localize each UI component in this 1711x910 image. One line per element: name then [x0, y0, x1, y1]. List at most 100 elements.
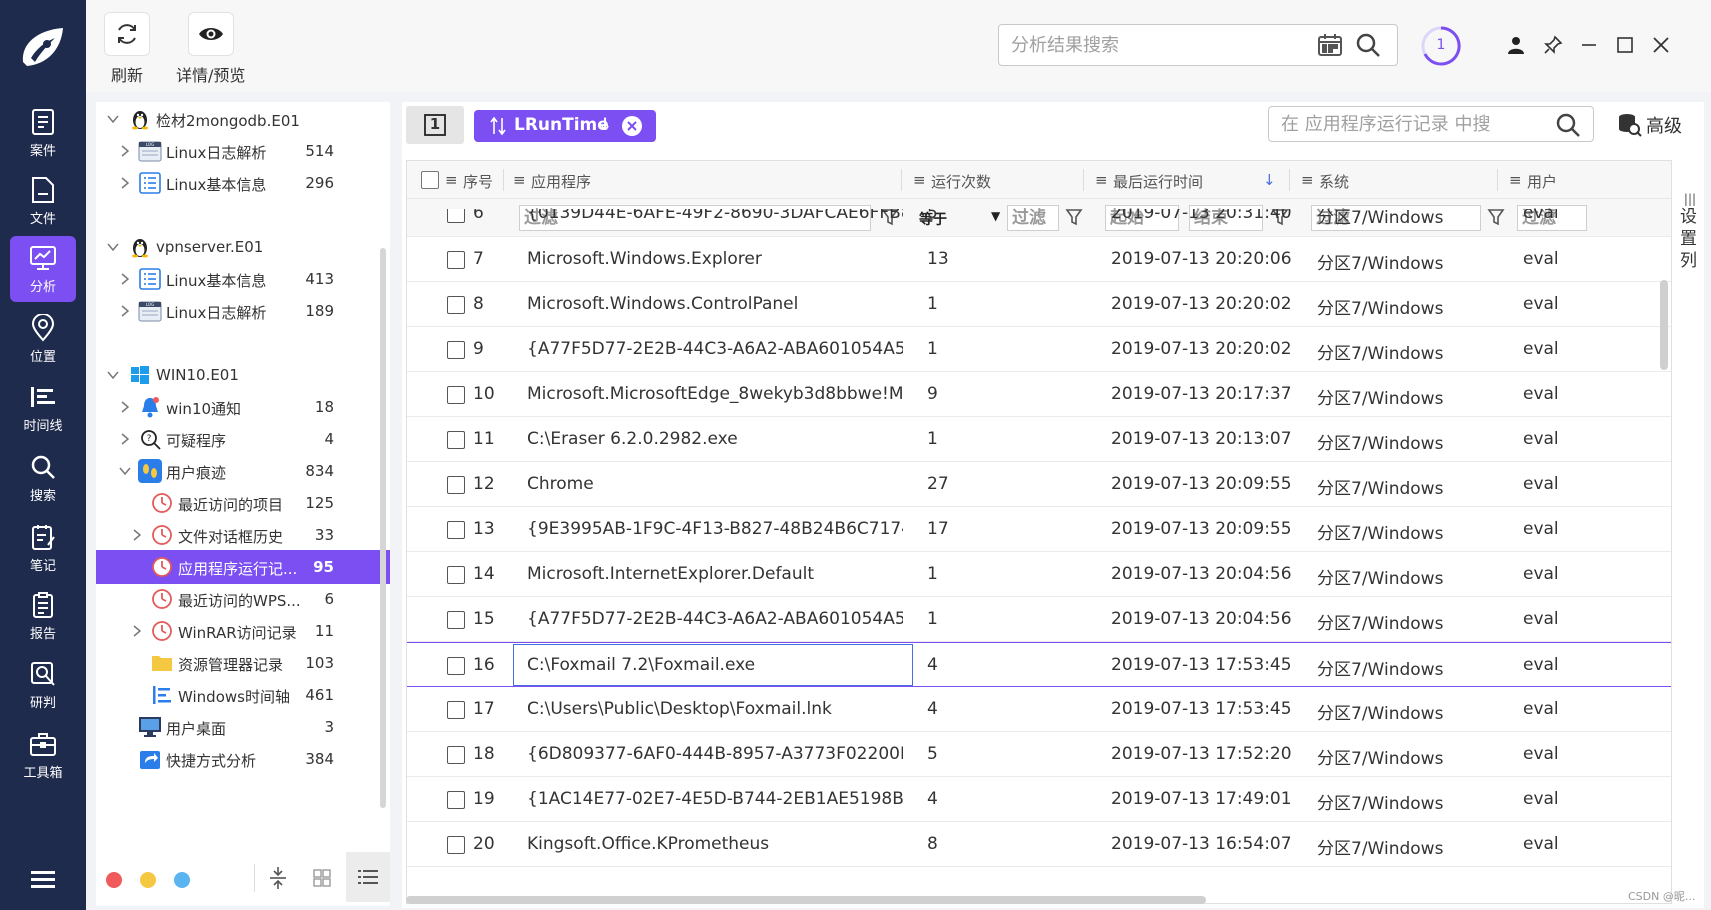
- task-progress-indicator[interactable]: 1: [1420, 25, 1462, 67]
- chevron-down-icon[interactable]: [106, 240, 120, 254]
- nav-item[interactable]: 时间线: [10, 375, 76, 441]
- column-settings-button[interactable]: ||| 设置列: [1676, 192, 1704, 282]
- user-icon[interactable]: [1503, 32, 1529, 58]
- close-icon[interactable]: [1648, 32, 1674, 58]
- table-search-icon[interactable]: [1555, 112, 1581, 142]
- nav-item[interactable]: 工具箱: [10, 722, 76, 788]
- row-checkbox[interactable]: [447, 791, 465, 809]
- nav-item[interactable]: 报告: [10, 583, 76, 649]
- list-view-icon[interactable]: [346, 852, 390, 902]
- row-checkbox[interactable]: [447, 476, 465, 494]
- table-row[interactable]: 14 Microsoft.InternetExplorer.Default 1 201…: [407, 552, 1671, 597]
- tree-item[interactable]: LOG Linux日志解析 189: [96, 294, 390, 328]
- row-checkbox[interactable]: [447, 701, 465, 719]
- chevron-right-icon[interactable]: [130, 624, 144, 638]
- analysis-search-input[interactable]: [1011, 32, 1301, 58]
- collapse-all-icon[interactable]: [268, 866, 288, 894]
- col-header-last-run[interactable]: 最后运行时间: [1113, 171, 1203, 192]
- tree-item[interactable]: Linux基本信息 296: [96, 166, 390, 200]
- tree-item[interactable]: Linux基本信息 413: [96, 262, 390, 296]
- grid-view-icon[interactable]: [312, 868, 332, 892]
- nav-item[interactable]: 文件: [10, 168, 76, 234]
- chevron-right-icon[interactable]: [118, 304, 132, 318]
- pin-icon[interactable]: [1540, 32, 1566, 58]
- row-checkbox[interactable]: [447, 386, 465, 404]
- col-menu-icon[interactable]: ≡: [513, 171, 526, 189]
- col-header-user[interactable]: 用户: [1527, 171, 1557, 192]
- row-checkbox[interactable]: [447, 746, 465, 764]
- col-menu-icon[interactable]: ≡: [1301, 171, 1314, 189]
- table-row[interactable]: 13 {9E3995AB-1F9C-4F13-B827-48B24B6C7174}…: [407, 507, 1671, 552]
- tree-item[interactable]: 文件对话框历史 33: [96, 518, 390, 552]
- maximize-icon[interactable]: [1612, 32, 1638, 58]
- menu-icon[interactable]: [29, 868, 57, 890]
- table-horizontal-scrollbar[interactable]: [406, 896, 1206, 904]
- blue-tag-filter[interactable]: [174, 872, 190, 888]
- minimize-icon[interactable]: [1576, 32, 1602, 58]
- tree-item[interactable]: 快捷方式分析 384: [96, 742, 390, 776]
- table-row[interactable]: 10 Microsoft.MicrosoftEdge_8wekyb3d8bbwe!…: [407, 372, 1671, 417]
- table-row[interactable]: 8 Microsoft.Windows.ControlPanel 1 2019-07-…: [407, 282, 1671, 327]
- chevron-down-icon[interactable]: [106, 112, 120, 126]
- nav-item[interactable]: 搜索: [10, 445, 76, 511]
- table-row[interactable]: 7 Microsoft.Windows.Explorer 13 2019-07-13 …: [407, 237, 1671, 282]
- sort-desc-icon[interactable]: ↓: [1263, 171, 1276, 189]
- tree-item[interactable]: ? 可疑程序 4: [96, 422, 390, 456]
- row-checkbox[interactable]: [447, 657, 465, 675]
- tree-item[interactable]: 最近访问的项目 125: [96, 486, 390, 520]
- nav-item[interactable]: 案件: [10, 100, 76, 166]
- col-header-system[interactable]: 系统: [1319, 171, 1349, 192]
- search-icon[interactable]: [1355, 32, 1381, 62]
- result-tab-number[interactable]: 1: [406, 106, 464, 144]
- tree-item[interactable]: LOG Linux日志解析 514: [96, 134, 390, 168]
- row-checkbox[interactable]: [447, 296, 465, 314]
- table-row[interactable]: 6 {0139D44E-6AFE-49F2-8690-3DAFCAE6FFB8}\…: [407, 209, 1671, 237]
- col-menu-icon[interactable]: ≡: [445, 171, 458, 189]
- chevron-down-icon[interactable]: [118, 464, 132, 478]
- table-row[interactable]: 9 {A77F5D77-2E2B-44C3-A6A2-ABA601054A51}\…: [407, 327, 1671, 372]
- nav-item[interactable]: 位置: [10, 306, 76, 372]
- chevron-right-icon[interactable]: [118, 272, 132, 286]
- table-row[interactable]: 12 Chrome 27 2019-07-13 20:09:55 分区7/Windows…: [407, 462, 1671, 507]
- row-checkbox[interactable]: [447, 611, 465, 629]
- nav-item[interactable]: 研判: [10, 652, 76, 718]
- row-checkbox[interactable]: [447, 341, 465, 359]
- tree-item[interactable]: 检材2mongodb.E01: [96, 102, 390, 136]
- chevron-right-icon[interactable]: [118, 400, 132, 414]
- table-row[interactable]: 18 {6D809377-6AF0-444B-8957-A3773F02200E}…: [407, 732, 1671, 777]
- tree-scrollbar[interactable]: [380, 248, 386, 808]
- calendar-icon[interactable]: [1317, 33, 1343, 61]
- table-row[interactable]: 20 Kingsoft.Office.KPrometheus 8 2019-07-13…: [407, 822, 1671, 867]
- table-vertical-scrollbar[interactable]: [1660, 280, 1668, 370]
- remove-sort-icon[interactable]: [622, 116, 642, 136]
- col-menu-icon[interactable]: ≡: [913, 171, 926, 189]
- table-row[interactable]: 19 {1AC14E77-02E7-4E5D-B744-2EB1AE5198B7}…: [407, 777, 1671, 822]
- nav-item[interactable]: 笔记: [10, 515, 76, 581]
- tree-item[interactable]: 最近访问的WPS... 6: [96, 582, 390, 616]
- tree-item[interactable]: Windows时间轴 461: [96, 678, 390, 712]
- table-row[interactable]: 15 {A77F5D77-2E2B-44C3-A6A2-ABA601054A51}…: [407, 597, 1671, 642]
- red-tag-filter[interactable]: [106, 872, 122, 888]
- tree-item[interactable]: 资源管理器记录 103: [96, 646, 390, 680]
- select-all-checkbox[interactable]: [421, 171, 439, 189]
- row-checkbox[interactable]: [447, 566, 465, 584]
- chevron-right-icon[interactable]: [118, 176, 132, 190]
- col-menu-icon[interactable]: ≡: [1509, 171, 1522, 189]
- col-menu-icon[interactable]: ≡: [1095, 171, 1108, 189]
- advanced-search-button[interactable]: 高级: [1616, 110, 1682, 140]
- table-search-input[interactable]: [1281, 112, 1541, 136]
- table-row[interactable]: 11 C:\Eraser 6.2.0.2982.exe 1 2019-07-13 20…: [407, 417, 1671, 462]
- tree-item[interactable]: vpnserver.E01: [96, 230, 390, 264]
- tree-item[interactable]: win10通知 18: [96, 390, 390, 424]
- row-checkbox[interactable]: [447, 521, 465, 539]
- refresh-button[interactable]: 刷新: [104, 12, 150, 86]
- row-checkbox[interactable]: [447, 209, 465, 223]
- tree-item[interactable]: 用户痕迹 834: [96, 454, 390, 488]
- table-row[interactable]: 16 C:\Foxmail 7.2\Foxmail.exe 4 2019-07-13 …: [407, 642, 1671, 687]
- nav-item[interactable]: 分析: [10, 236, 76, 302]
- tree-item[interactable]: 应用程序运行记... 95: [96, 550, 390, 584]
- sort-chip[interactable]: LRunTime ↓: [474, 110, 656, 142]
- tree-item[interactable]: WinRAR访问记录 11: [96, 614, 390, 648]
- tree-item[interactable]: WIN10.E01: [96, 358, 390, 392]
- yellow-tag-filter[interactable]: [140, 872, 156, 888]
